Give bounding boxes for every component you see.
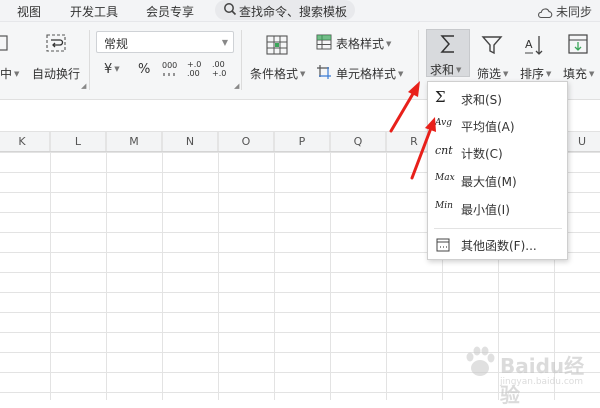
watermark-url: jingyan.baidu.com [500, 377, 584, 387]
paw-logo-icon [466, 346, 495, 376]
arrow-to-average-item [410, 117, 436, 180]
arrow-to-sum-button [389, 81, 420, 133]
baidu-watermark: Baidu经验 jingyan.baidu.com [460, 340, 595, 407]
